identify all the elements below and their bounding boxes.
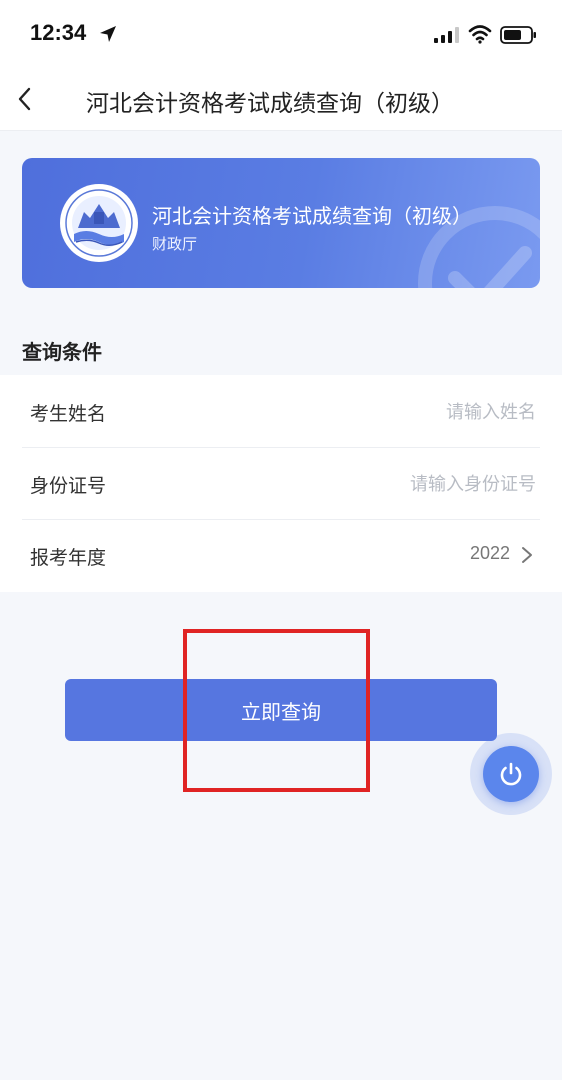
form-row-id: 身份证号: [22, 447, 540, 520]
exam-year-value: 2022: [469, 543, 510, 563]
header-banner: 河北会计资格考试成绩查询（初级） 财政厅: [22, 158, 540, 288]
form-row-name: 考生姓名: [22, 375, 540, 448]
id-number-input[interactable]: [294, 467, 538, 501]
query-submit-button[interactable]: 立即查询: [65, 679, 497, 741]
chevron-right-icon: [522, 547, 532, 563]
status-bar: 12:34: [0, 0, 562, 70]
section-title: 查询条件: [22, 340, 102, 364]
banner-subtitle: 财政厅: [152, 235, 198, 253]
government-seal-logo: [60, 184, 138, 262]
power-icon: [500, 762, 522, 786]
name-input[interactable]: [294, 395, 538, 429]
exam-year-label: 报考年度: [30, 547, 107, 569]
cellular-signal-icon: [434, 27, 459, 43]
exam-year-select[interactable]: 报考年度 2022: [22, 519, 540, 591]
battery-icon: [500, 26, 536, 44]
name-label: 考生姓名: [30, 403, 107, 425]
wifi-icon: [468, 25, 492, 44]
floating-power-button[interactable]: [483, 746, 539, 802]
id-number-label: 身份证号: [30, 475, 107, 497]
banner-title: 河北会计资格考试成绩查询（初级）: [152, 204, 472, 228]
page-title: 河北会计资格考试成绩查询（初级）: [86, 91, 454, 117]
chevron-left-icon[interactable]: [14, 84, 36, 114]
location-arrow-icon: [100, 26, 116, 42]
nav-bar: 河北会计资格考试成绩查询（初级）: [0, 70, 562, 131]
query-form: 考生姓名 身份证号 报考年度 2022: [0, 375, 562, 592]
status-time: 12:34: [30, 20, 87, 45]
